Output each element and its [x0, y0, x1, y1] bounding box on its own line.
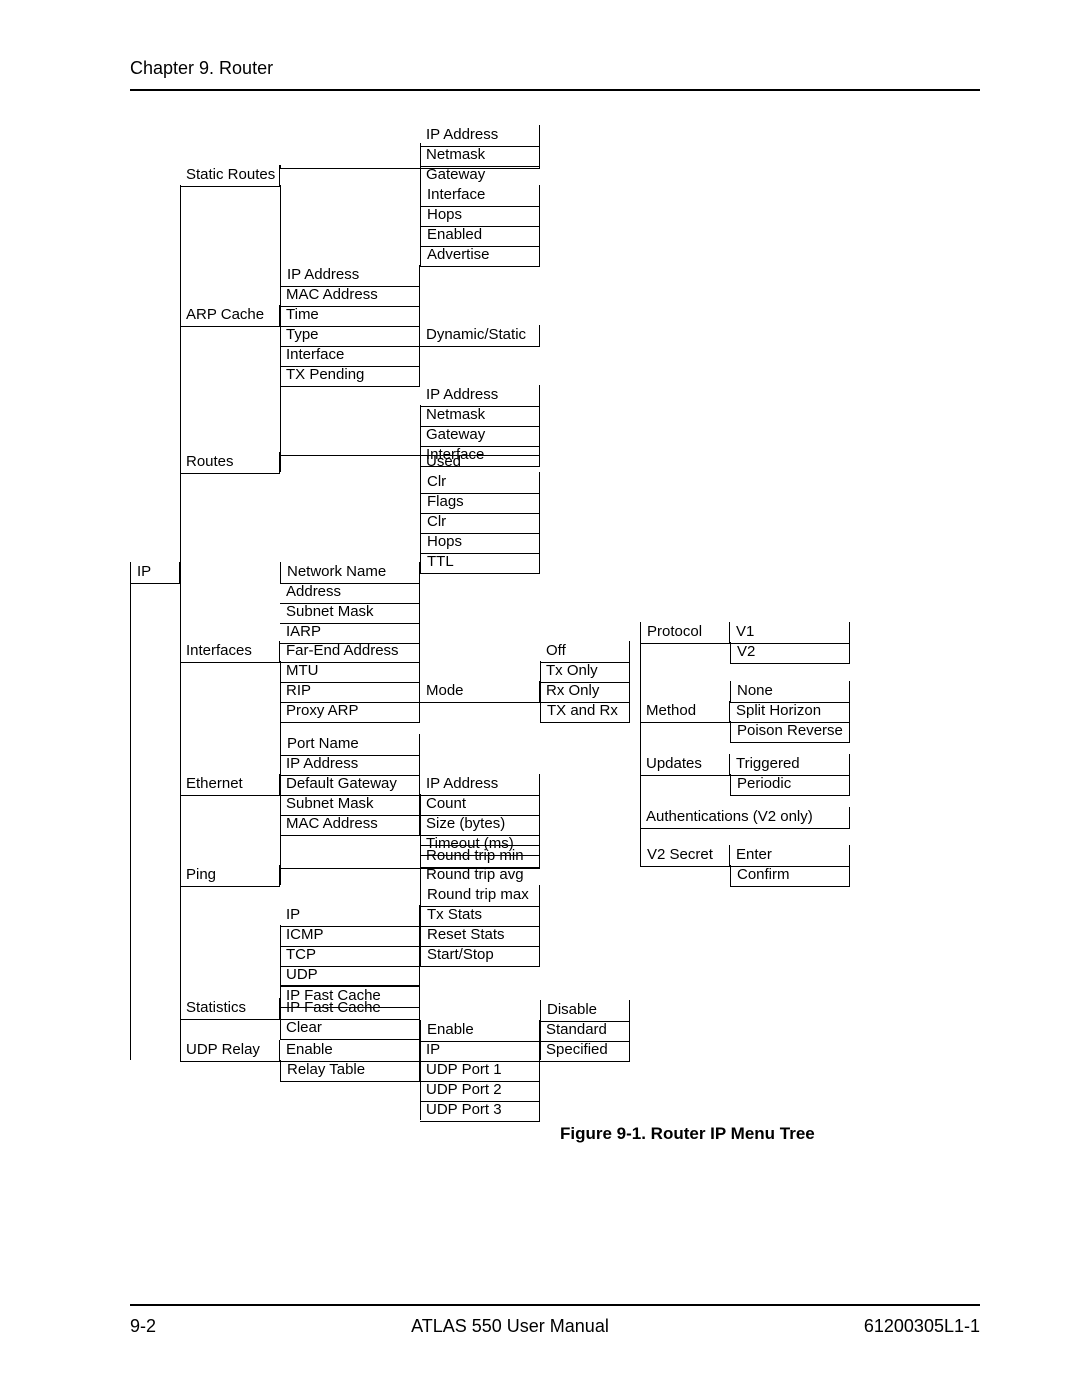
leaf: Enable	[280, 1040, 420, 1062]
leaf: Time	[280, 305, 420, 327]
leaf: Port Name	[280, 734, 420, 756]
leaf: IP	[280, 905, 420, 927]
leaf: TX and Rx	[540, 701, 630, 723]
leaf: Netmask	[420, 145, 540, 167]
leaf: Subnet Mask	[280, 794, 420, 816]
menu-tree: IP Static Routes ARP Cache Routes Interf…	[130, 125, 980, 1135]
leaf: Clr	[420, 512, 540, 534]
figure-caption: Figure 9-1. Router IP Menu Tree	[560, 1125, 815, 1143]
leaf: IP Address	[420, 774, 540, 796]
leaf: Network Name	[280, 562, 420, 584]
leaf: Subnet Mask	[280, 602, 420, 624]
header-rule	[130, 89, 980, 91]
branch-arp-cache: ARP Cache	[180, 305, 280, 327]
leaf: TX Pending	[280, 365, 420, 387]
leaf: Off	[540, 641, 630, 663]
leaf: Start/Stop	[420, 945, 540, 967]
leaf: MAC Address	[280, 814, 420, 836]
leaf: Tx Stats	[420, 905, 540, 927]
leaf: Protocol	[640, 622, 730, 644]
leaf: IP Address	[280, 754, 420, 776]
leaf: Address	[280, 582, 420, 604]
leaf: Updates	[640, 754, 730, 776]
leaf: TCP	[280, 945, 420, 967]
leaf: V2 Secret	[640, 845, 730, 867]
leaf: Flags	[420, 492, 540, 514]
leaf: Standard	[540, 1020, 630, 1042]
leaf: Default Gateway	[280, 774, 420, 796]
leaf: Mode	[420, 681, 540, 703]
leaf: Advertise	[420, 245, 540, 267]
leaf: Confirm	[730, 865, 850, 887]
footer-document-id: 61200305L1-1	[864, 1316, 980, 1337]
leaf: Authentications (V2 only)	[640, 807, 850, 829]
leaf-text: Round trip avg	[420, 865, 530, 886]
leaf: V1	[730, 622, 850, 644]
footer-document-title: ATLAS 550 User Manual	[411, 1316, 609, 1337]
leaf: Tx Only	[540, 661, 630, 683]
leaf: RIP	[280, 681, 420, 703]
leaf: Split Horizon	[730, 701, 850, 723]
leaf: Netmask	[420, 405, 540, 427]
leaf: Relay Table	[280, 1060, 420, 1082]
leaf: Enter	[730, 845, 850, 867]
footer-page-number: 9-2	[130, 1316, 156, 1337]
leaf: Triggered	[730, 754, 850, 776]
leaf: Size (bytes)	[420, 814, 540, 836]
leaf: IP Fast Cache	[280, 985, 420, 1008]
leaf: IP	[420, 1040, 540, 1062]
leaf: Method	[640, 701, 730, 723]
tree-root: IP	[130, 562, 180, 584]
branch-ethernet: Ethernet	[180, 774, 280, 796]
leaf: Interface	[420, 445, 540, 467]
leaf: Specified	[540, 1040, 630, 1062]
branch-udp-relay: UDP Relay	[180, 1040, 280, 1062]
leaf: Type	[280, 325, 420, 347]
leaf: Interface	[280, 345, 420, 367]
tree-connector	[130, 582, 131, 1060]
leaf: TTL	[420, 552, 540, 574]
leaf: UDP Port 1	[420, 1060, 540, 1082]
leaf: Poison Reverse	[730, 721, 850, 743]
branch-statistics: Statistics	[180, 998, 280, 1020]
leaf: Count	[420, 794, 540, 816]
leaf	[280, 165, 540, 169]
leaf: Clr	[420, 472, 540, 494]
leaf: UDP	[280, 965, 420, 987]
leaf: Reset Stats	[420, 925, 540, 947]
leaf: Clear	[280, 1018, 420, 1040]
leaf: UDP Port 3	[420, 1100, 540, 1122]
page-header: Chapter 9. Router	[130, 58, 980, 79]
leaf: UDP Port 2	[420, 1080, 540, 1102]
leaf: Disable	[540, 1000, 630, 1022]
leaf: IP Address	[420, 125, 540, 147]
leaf: Enabled	[420, 225, 540, 247]
leaf: Gateway	[420, 425, 540, 447]
leaf: Proxy ARP	[280, 701, 420, 723]
leaf: Periodic	[730, 774, 850, 796]
leaf-text: Gateway	[420, 165, 491, 186]
branch-routes: Routes	[180, 452, 280, 474]
footer-rule	[130, 1304, 980, 1306]
leaf: Interface	[420, 185, 540, 207]
leaf: IP Address	[420, 385, 540, 407]
leaf: Hops	[420, 532, 540, 554]
leaf: None	[730, 681, 850, 703]
branch-ping: Ping	[180, 865, 280, 887]
leaf: Enable	[420, 1020, 540, 1042]
leaf: Hops	[420, 205, 540, 227]
leaf: ICMP	[280, 925, 420, 947]
leaf: IP Address	[280, 265, 420, 287]
leaf: MAC Address	[280, 285, 420, 307]
branch-static-routes: Static Routes	[180, 165, 280, 187]
leaf: MTU	[280, 661, 420, 683]
leaf: Dynamic/Static	[420, 325, 540, 347]
leaf: V2	[730, 642, 850, 664]
leaf: Rx Only	[540, 681, 630, 703]
leaf: Far-End Address	[280, 641, 420, 663]
page-footer: 9-2 ATLAS 550 User Manual 61200305L1-1	[130, 1304, 980, 1337]
leaf: Round trip max	[420, 885, 540, 907]
branch-interfaces: Interfaces	[180, 641, 280, 663]
